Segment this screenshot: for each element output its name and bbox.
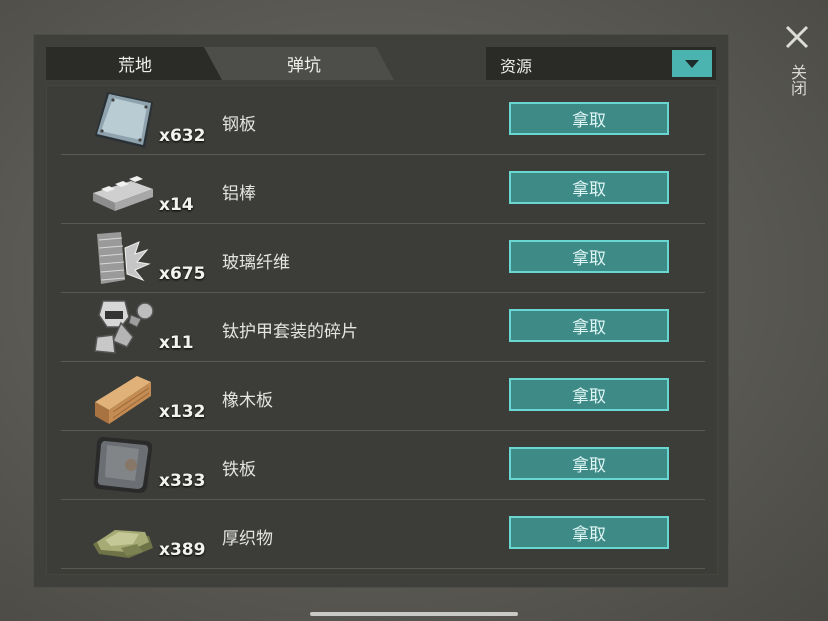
list-item: x14 铝棒 拿取 xyxy=(47,155,717,224)
close-button[interactable] xyxy=(782,22,812,52)
home-indicator[interactable] xyxy=(310,612,518,616)
close-x-icon xyxy=(785,25,809,49)
tab-label: 弹坑 xyxy=(287,56,321,76)
list-item: x132 橡木板 拿取 xyxy=(47,362,717,431)
item-quantity: x132 xyxy=(159,402,206,422)
loot-panel: 荒地 弹坑 资源 x632 钢板 拿取 x14 铝棒 拿取 x675 玻璃纤维 … xyxy=(33,34,729,588)
item-quantity: x675 xyxy=(159,264,206,284)
item-quantity: x389 xyxy=(159,540,206,560)
item-name: 橡木板 xyxy=(222,391,273,411)
take-button[interactable]: 拿取 xyxy=(509,378,669,411)
category-dropdown[interactable]: 资源 xyxy=(486,47,716,80)
triangle-down-icon xyxy=(685,59,699,68)
list-item: x11 钛护甲套装的碎片 拿取 xyxy=(47,293,717,362)
fiberglass-icon xyxy=(97,232,151,284)
tab-wasteland[interactable]: 荒地 xyxy=(46,47,224,80)
item-quantity: x14 xyxy=(159,195,194,215)
close-label[interactable]: 关闭 xyxy=(786,64,807,96)
item-name: 铁板 xyxy=(222,460,256,480)
list-item: x675 玻璃纤维 拿取 xyxy=(47,224,717,293)
steel-plate-icon xyxy=(95,92,153,148)
item-name: 钛护甲套装的碎片 xyxy=(222,322,358,342)
oak-plank-icon xyxy=(95,376,151,424)
list-item: x333 铁板 拿取 xyxy=(47,431,717,500)
aluminum-bar-icon xyxy=(93,176,153,211)
take-button[interactable]: 拿取 xyxy=(509,516,669,549)
tab-label: 荒地 xyxy=(118,56,152,76)
item-name: 钢板 xyxy=(222,115,256,135)
take-button[interactable]: 拿取 xyxy=(509,102,669,135)
item-quantity: x11 xyxy=(159,333,194,353)
item-quantity: x632 xyxy=(159,126,206,146)
item-name: 厚织物 xyxy=(222,529,273,549)
tab-crater[interactable]: 弹坑 xyxy=(204,47,394,80)
dropdown-selected-value: 资源 xyxy=(500,57,533,76)
item-name: 玻璃纤维 xyxy=(222,253,290,273)
item-name: 铝棒 xyxy=(222,184,256,204)
titanium-armor-fragment-icon xyxy=(94,300,154,354)
take-button[interactable]: 拿取 xyxy=(509,171,669,204)
take-button[interactable]: 拿取 xyxy=(509,447,669,480)
item-quantity: x333 xyxy=(159,471,206,491)
list-item: x389 厚织物 拿取 xyxy=(47,500,717,569)
take-button[interactable]: 拿取 xyxy=(509,309,669,342)
dropdown-toggle-button[interactable] xyxy=(672,50,712,77)
list-item: x632 钢板 拿取 xyxy=(47,86,717,155)
take-button[interactable]: 拿取 xyxy=(509,240,669,273)
thick-fabric-icon xyxy=(93,530,153,558)
iron-plate-icon xyxy=(93,437,153,493)
item-list[interactable]: x632 钢板 拿取 x14 铝棒 拿取 x675 玻璃纤维 拿取 x11 钛护… xyxy=(46,85,718,575)
